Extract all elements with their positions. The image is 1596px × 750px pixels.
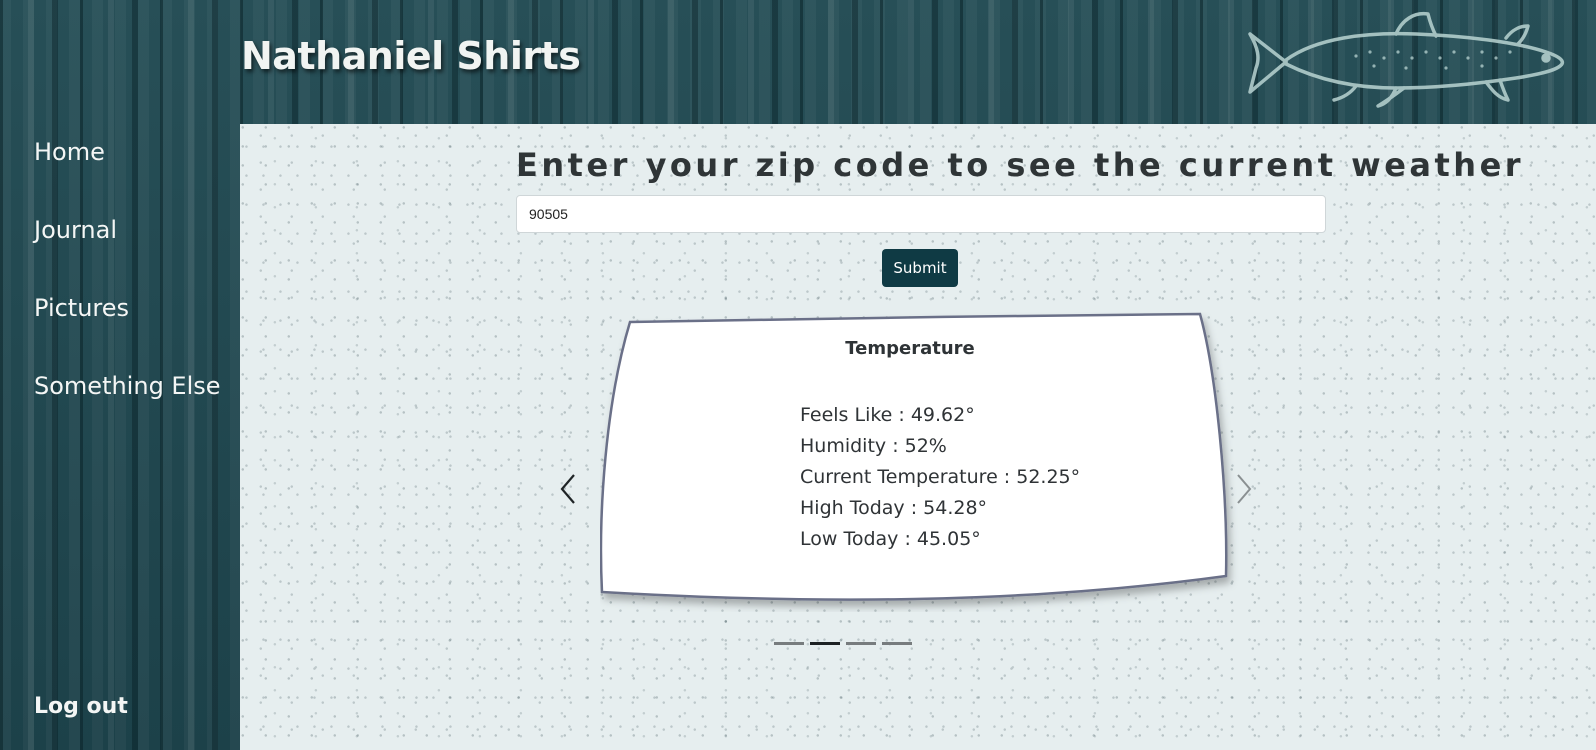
current-temperature-value: Current Temperature : 52.25° (800, 466, 1081, 488)
site-title[interactable]: Nathaniel Shirts (241, 34, 581, 78)
chevron-left-icon[interactable] (554, 469, 582, 509)
sidebar-item-pictures[interactable]: Pictures (34, 294, 129, 322)
high-today-value: High Today : 54.28° (800, 497, 988, 519)
carousel-indicators (774, 638, 974, 648)
sidebar-item-something-else[interactable]: Something Else (34, 372, 221, 400)
weather-card-title: Temperature (845, 338, 975, 359)
weather-stats: Feels Like : 49.62° Humidity : 52% Curre… (800, 400, 1180, 555)
submit-button[interactable]: Submit (882, 249, 958, 287)
carousel-indicator-1[interactable] (774, 642, 804, 645)
weather-carousel: Temperature Feels Like : 49.62° Humidity… (550, 312, 1270, 662)
sidebar-item-journal[interactable]: Journal (34, 216, 117, 244)
sidebar-item-home[interactable]: Home (34, 138, 105, 166)
carousel-indicator-3[interactable] (846, 642, 876, 645)
low-today-value: Low Today : 45.05° (800, 528, 981, 550)
zip-code-input[interactable] (516, 195, 1326, 233)
sidebar-nav: Home Journal Pictures Something Else Log… (0, 124, 240, 750)
logout-link[interactable]: Log out (34, 694, 128, 719)
main-content: Enter your zip code to see the current w… (240, 124, 1596, 750)
feels-like-value: Feels Like : 49.62° (800, 404, 975, 426)
humidity-value: Humidity : 52% (800, 435, 947, 457)
carousel-indicator-2[interactable] (810, 642, 840, 645)
fish-icon (1248, 11, 1565, 108)
site-header: Nathaniel Shirts (0, 0, 1596, 124)
chevron-right-icon[interactable] (1230, 469, 1258, 509)
carousel-indicator-4[interactable] (882, 642, 912, 645)
zip-prompt-heading: Enter your zip code to see the current w… (516, 146, 1525, 184)
